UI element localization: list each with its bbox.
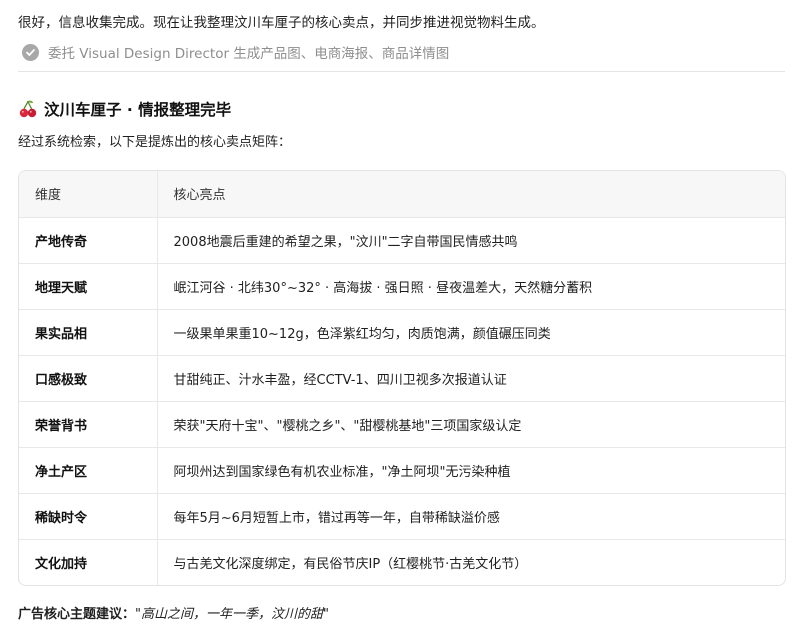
column-header-highlight: 核心亮点	[157, 171, 785, 218]
row-dimension: 果实品相	[19, 309, 158, 356]
task-label: 委托 Visual Design Director 生成产品图、电商海报、商品详…	[48, 46, 450, 62]
table-row: 净土产区 阿坝州达到国家绿色有机农业标准，"净土阿坝"无污染种植	[19, 447, 785, 494]
row-highlight: 甘甜纯正、汁水丰盈，经CCTV-1、四川卫视多次报道认证	[157, 355, 785, 402]
table-row: 地理天赋 岷江河谷 · 北纬30°~32° · 高海拔 · 强日照 · 昼夜温差…	[19, 263, 785, 310]
row-highlight: 阿坝州达到国家绿色有机农业标准，"净土阿坝"无污染种植	[157, 447, 785, 494]
intro-message: 很好，信息收集完成。现在让我整理汶川车厘子的核心卖点，并同步推进视觉物料生成。	[18, 15, 545, 31]
divider	[18, 71, 785, 72]
task-item[interactable]: 委托 Visual Design Director 生成产品图、电商海报、商品详…	[22, 42, 449, 62]
row-highlight: 一级果单果重10~12g，色泽紫红均匀，肉质饱满，颜值碾压同类	[157, 309, 785, 356]
row-dimension: 产地传奇	[19, 217, 158, 264]
table-header-row: 维度 核心亮点	[19, 171, 785, 218]
selling-points-table: 维度 核心亮点 产地传奇 2008地震后重建的希望之果，"汶川"二字自带国民情感…	[18, 170, 786, 586]
table-row: 文化加持 与古羌文化深度绑定，有民俗节庆IP（红樱桃节·古羌文化节）	[19, 539, 785, 585]
check-circle-icon	[22, 43, 39, 61]
table-row: 稀缺时令 每年5月~6月短暂上市，错过再等一年，自带稀缺溢价感	[19, 493, 785, 540]
row-dimension: 净土产区	[19, 447, 158, 494]
table-row: 荣誉背书 荣获"天府十宝"、"樱桃之乡"、"甜樱桃基地"三项国家级认定	[19, 401, 785, 448]
heading-text: 汶川车厘子 · 情报整理完毕	[44, 101, 232, 119]
section-heading: 汶川车厘子 · 情报整理完毕	[18, 98, 231, 120]
table-row: 果实品相 一级果单果重10~12g，色泽紫红均匀，肉质饱满，颜值碾压同类	[19, 309, 785, 356]
theme-quote: "高山之间，一年一季，汶川的甜"	[135, 607, 329, 622]
row-highlight: 岷江河谷 · 北纬30°~32° · 高海拔 · 强日照 · 昼夜温差大，天然糖…	[157, 263, 785, 310]
row-dimension: 文化加持	[19, 539, 158, 585]
row-highlight: 与古羌文化深度绑定，有民俗节庆IP（红樱桃节·古羌文化节）	[173, 556, 528, 572]
column-header-dimension: 维度	[19, 171, 158, 218]
table-row: 口感极致 甘甜纯正、汁水丰盈，经CCTV-1、四川卫视多次报道认证	[19, 355, 785, 402]
table-row: 产地传奇 2008地震后重建的希望之果，"汶川"二字自带国民情感共鸣	[19, 217, 785, 264]
theme-label: 广告核心主题建议：	[18, 607, 136, 622]
row-dimension: 稀缺时令	[19, 493, 158, 540]
subtitle: 经过系统检索，以下是提炼出的核心卖点矩阵：	[18, 135, 292, 150]
row-dimension: 口感极致	[19, 355, 158, 402]
theme-suggestion: 广告核心主题建议："高山之间，一年一季，汶川的甜"	[18, 603, 329, 622]
row-dimension: 荣誉背书	[19, 401, 158, 448]
row-highlight: 每年5月~6月短暂上市，错过再等一年，自带稀缺溢价感	[157, 493, 785, 540]
row-dimension: 地理天赋	[19, 263, 158, 310]
row-highlight: 荣获"天府十宝"、"樱桃之乡"、"甜樱桃基地"三项国家级认定	[157, 401, 785, 448]
cherry-icon	[19, 100, 37, 118]
row-highlight: 2008地震后重建的希望之果，"汶川"二字自带国民情感共鸣	[157, 217, 785, 264]
